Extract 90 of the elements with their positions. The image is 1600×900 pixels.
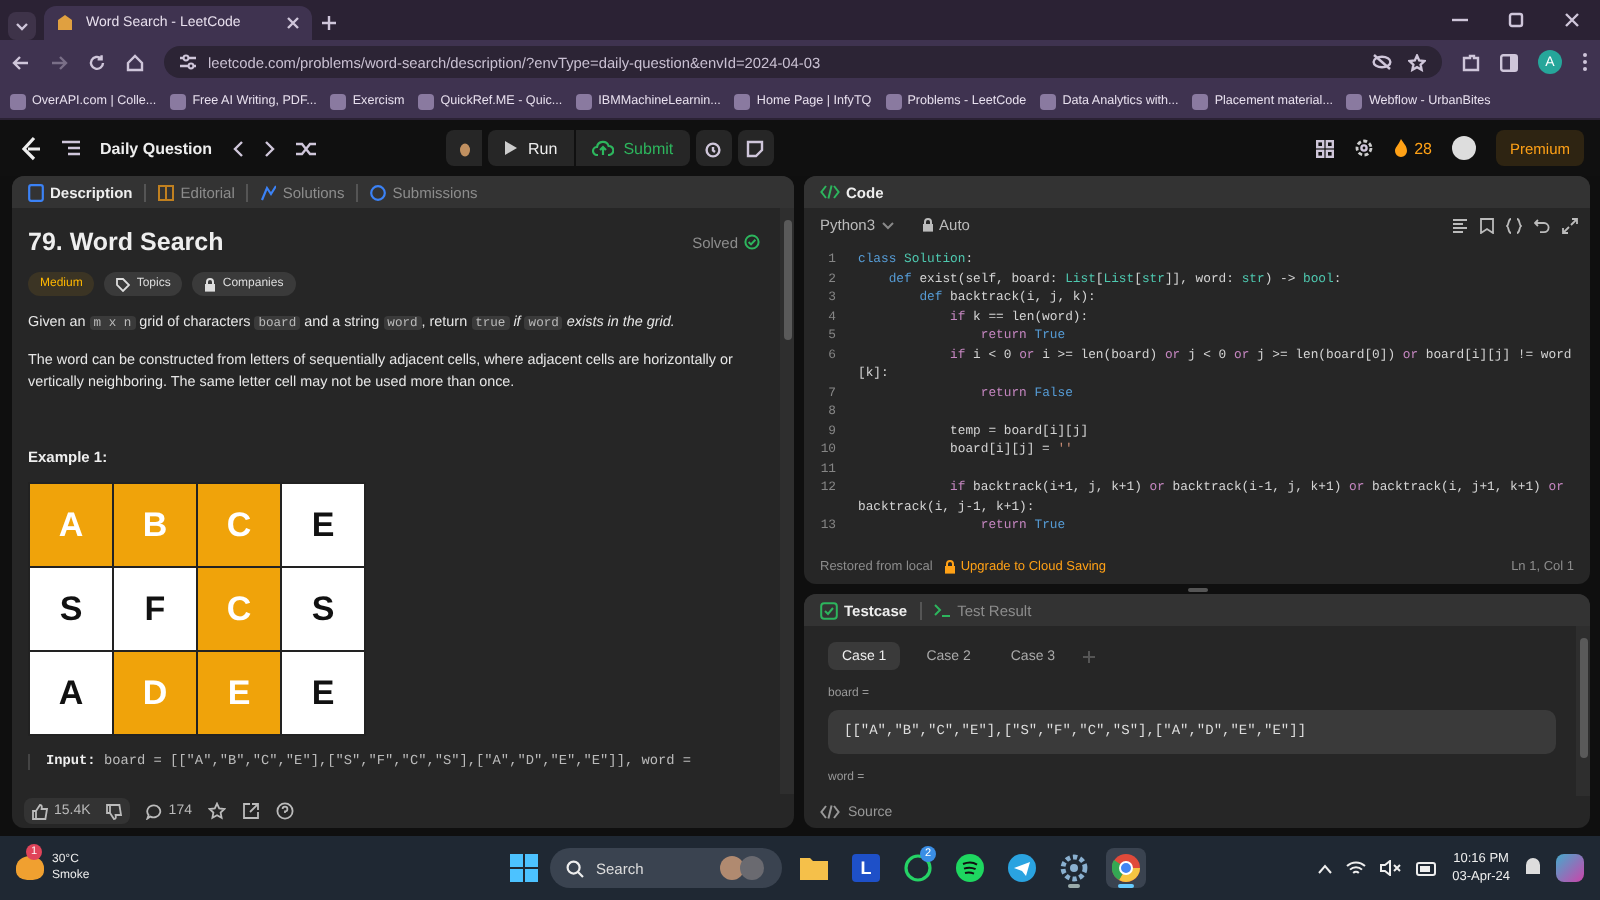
note-button[interactable] [737,130,774,166]
layout-icon[interactable] [1316,139,1335,157]
grid-cell: A [30,484,112,566]
grid-cell: S [282,568,364,650]
code-icon [820,184,840,200]
thumbs-up-icon [32,803,48,819]
more-icon[interactable] [1582,52,1588,72]
grid-cell: B [114,484,196,566]
close-icon[interactable] [286,16,300,30]
speech-bubble-icon [146,803,163,819]
code-icon [820,804,840,820]
scrollbar[interactable] [1576,626,1590,796]
battery-icon[interactable] [1416,861,1439,875]
grid-cell: E [282,484,364,566]
note-icon [746,139,765,157]
chevron-up-icon[interactable] [1318,863,1333,873]
grid-cell: C [198,568,280,650]
share-icon[interactable] [241,802,260,820]
reload-icon[interactable] [88,53,106,71]
grid-cell: C [198,484,280,566]
site-info-icon [180,54,196,70]
timer-button[interactable] [695,130,732,166]
lock-icon [944,560,957,574]
play-icon [504,140,519,156]
chevron-down-icon [881,221,894,229]
terminal-icon [933,601,952,619]
bookmark-icon[interactable] [1480,217,1494,233]
undo-icon[interactable] [1534,217,1550,233]
checkbox-icon [820,601,838,619]
browser-icon [1112,854,1140,882]
problem-title: 79. Word Search [28,228,224,256]
taskbar-app[interactable] [1002,848,1042,888]
wifi-icon[interactable] [1346,860,1367,876]
user-avatar[interactable] [1451,136,1476,160]
tag-icon [116,277,131,291]
grid-cell: A [30,652,112,734]
list-icon[interactable] [62,140,80,156]
grid-cell: S [30,568,112,650]
forward-icon[interactable] [50,53,68,71]
shuffle-icon[interactable] [296,139,317,157]
debug-button[interactable] [446,130,483,166]
expand-icon[interactable] [1562,217,1578,233]
check-circle-icon [744,234,760,250]
lock-icon [204,277,217,291]
windows-start-icon[interactable] [510,854,538,882]
page-title[interactable]: Daily Question [100,139,213,157]
notifications-icon[interactable] [1524,858,1542,878]
star-icon[interactable] [207,802,226,820]
book-icon [158,183,175,201]
eye-slash-icon[interactable] [1372,53,1392,69]
grid-cell: F [114,568,196,650]
taskbar-app[interactable] [1106,848,1146,888]
close-icon[interactable] [1564,12,1580,28]
previous-icon[interactable] [232,139,245,157]
run-button[interactable]: Run [488,130,574,166]
scrollbar[interactable] [780,208,794,794]
help-icon[interactable] [275,802,294,820]
gear-icon [1060,854,1088,882]
alarm-clock-icon [704,139,723,157]
braces-icon[interactable] [1506,217,1522,233]
cloud-upload-icon [591,140,614,156]
star-icon[interactable] [1408,53,1426,71]
next-icon[interactable] [264,139,277,157]
new-tab-icon[interactable] [320,14,338,32]
weather-icon [16,856,44,880]
speaker-muted-icon[interactable] [1380,860,1403,876]
flame-icon [1394,138,1409,158]
tab-list-icon[interactable] [8,12,36,40]
paper-plane-icon [1008,854,1036,882]
page-favicon-icon [56,14,74,32]
side-panel-icon[interactable] [1500,53,1518,71]
music-app-icon [956,854,984,882]
taskbar-app[interactable] [950,848,990,888]
extensions-icon[interactable] [1462,53,1480,71]
grid-cell: E [282,652,364,734]
settings-icon[interactable] [1354,138,1375,158]
folder-icon [800,856,828,880]
format-icon[interactable] [1452,217,1468,233]
streak-counter[interactable]: 28 [1394,138,1432,158]
lock-icon [921,218,934,232]
home-icon[interactable] [126,53,144,71]
resize-handle[interactable] [1187,587,1207,591]
grid-cell: E [198,652,280,734]
back-icon[interactable] [12,53,30,71]
search-highlight-drawing [718,854,766,882]
search-icon [566,859,584,877]
submit-button[interactable]: Submit [575,130,690,166]
grid-cell: D [114,652,196,734]
restore-icon[interactable] [1508,12,1524,28]
thumbs-down-icon [106,803,123,819]
